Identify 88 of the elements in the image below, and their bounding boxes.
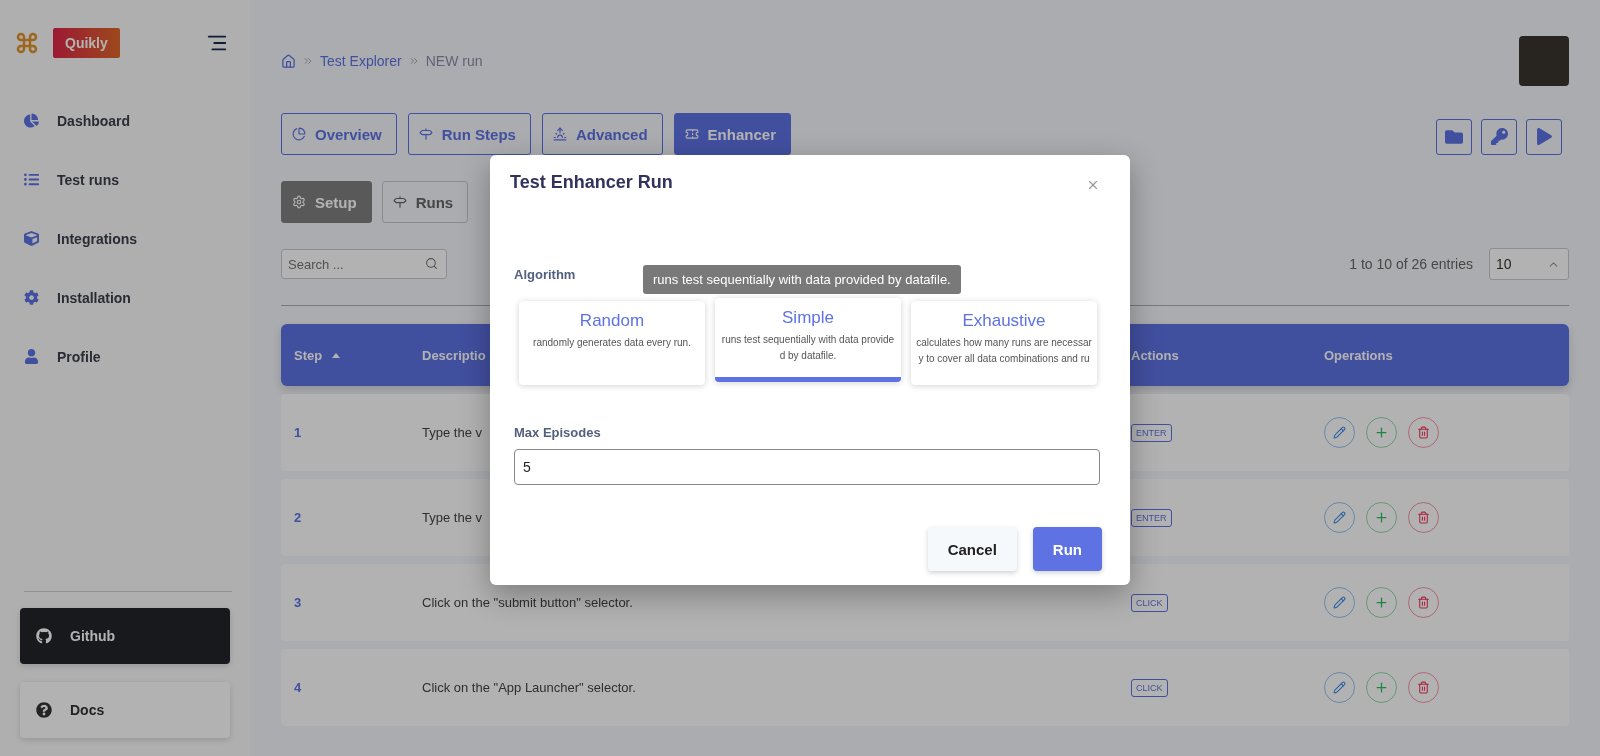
page-size-select[interactable]: 10 [1489,248,1569,280]
settings-icon [24,290,39,305]
key-button[interactable] [1481,118,1517,155]
tab[interactable]: Run Steps [407,113,531,155]
nav-item[interactable]: Installation [0,268,230,327]
sunrise-icon [552,127,567,141]
modal-title: Test Enhancer Run [510,172,673,193]
sub-tab[interactable]: Setup [281,181,372,223]
action-tag: CLICK [1131,593,1168,612]
github-icon [36,628,52,644]
column-header[interactable]: Step [294,347,323,363]
trash-icon [1417,596,1430,609]
brand-badge: Quikly [53,28,120,58]
run-button[interactable]: Run [1032,527,1102,571]
nav-item[interactable]: Dashboard [0,91,230,150]
sub-tab[interactable]: Runs [381,181,469,223]
step-number: 4 [294,680,303,695]
algorithm-description: randomly generates data every run. [533,336,691,350]
play-icon [1535,128,1553,145]
folder-icon [1445,127,1463,146]
signpost-icon [392,195,407,209]
algorithm-card[interactable]: Simple runs test sequentially with data provided by datafile. [715,298,901,382]
breadcrumb-link[interactable]: Test Explorer [320,53,402,69]
home-icon[interactable] [281,53,296,69]
action-tag: ENTER [1131,423,1172,442]
docs-button[interactable]: Docs [20,682,230,738]
chevrons-icon [407,55,420,67]
key-icon [1490,128,1508,145]
sort-up-icon[interactable] [332,352,341,358]
step-number: 3 [294,595,303,610]
trash-icon [1417,426,1430,439]
cancel-button[interactable]: Cancel [927,527,1017,571]
help-icon [36,702,52,718]
ticket-icon [684,127,699,141]
user-icon [24,349,39,364]
entries-summary: 1 to 10 of 26 entries [1349,256,1473,272]
github-button[interactable]: Github [20,608,230,664]
algorithm-name: Simple [782,308,834,328]
settings-icon [292,195,306,209]
trash-icon [1417,681,1430,694]
pie-chart-icon [24,113,39,128]
tab[interactable]: Enhancer [673,113,791,155]
pie-chart-icon [292,127,306,141]
search-icon [425,257,438,270]
tab[interactable]: Overview [281,113,397,155]
tab[interactable]: Advanced [541,113,663,155]
action-tag: ENTER [1131,508,1172,527]
folder-button[interactable] [1436,118,1472,155]
pencil-icon [1333,596,1346,609]
plus-icon [1374,510,1389,525]
step-number: 1 [294,425,303,440]
pencil-icon [1333,426,1346,439]
signpost-icon [418,127,433,141]
step-description: Click on the "App Launcher" selector. [422,680,636,695]
chevrons-icon [302,55,314,67]
action-tag: CLICK [1131,678,1168,697]
column-header[interactable]: Descriptio [422,347,486,363]
plus-icon [1374,595,1389,610]
input-field[interactable]: 5 [514,449,1100,485]
algorithm-description: calculates how many runs are necessary to cover all data combinations and ru [916,336,1092,366]
pencil-icon [1333,681,1346,694]
field-label: Algorithm [514,267,576,282]
tooltip: runs test sequentially with data provided by datafile. [643,265,961,294]
nav-item[interactable]: Integrations [0,209,230,268]
nav-item[interactable]: Test runs [0,150,230,209]
logo-icon [15,31,39,55]
step-number: 2 [294,510,303,525]
play-button[interactable] [1526,118,1562,155]
plus-icon [1374,680,1389,695]
column-header[interactable]: Actions [1131,347,1179,363]
algorithm-description: runs test sequentially with data provided by datafile. [720,333,896,363]
step-description: Type the v [422,510,482,525]
breadcrumb-current: NEW run [425,53,483,69]
list-icon [24,172,39,187]
step-description: Click on the "submit button" selector. [422,595,633,610]
step-description: Type the v [422,425,482,440]
field-label: Max Episodes [514,425,601,440]
algorithm-name: Exhaustive [962,311,1046,331]
search-field[interactable]: Search ... [281,249,447,279]
algorithm-name: Random [579,311,645,331]
nav-item[interactable]: Profile [0,327,230,386]
plus-icon [1374,425,1389,440]
column-header[interactable]: Operations [1324,347,1393,363]
close-icon [1086,178,1100,192]
trash-icon [1417,511,1430,524]
cube-icon [24,231,39,246]
close-button[interactable] [1086,178,1100,192]
pencil-icon [1333,511,1346,524]
